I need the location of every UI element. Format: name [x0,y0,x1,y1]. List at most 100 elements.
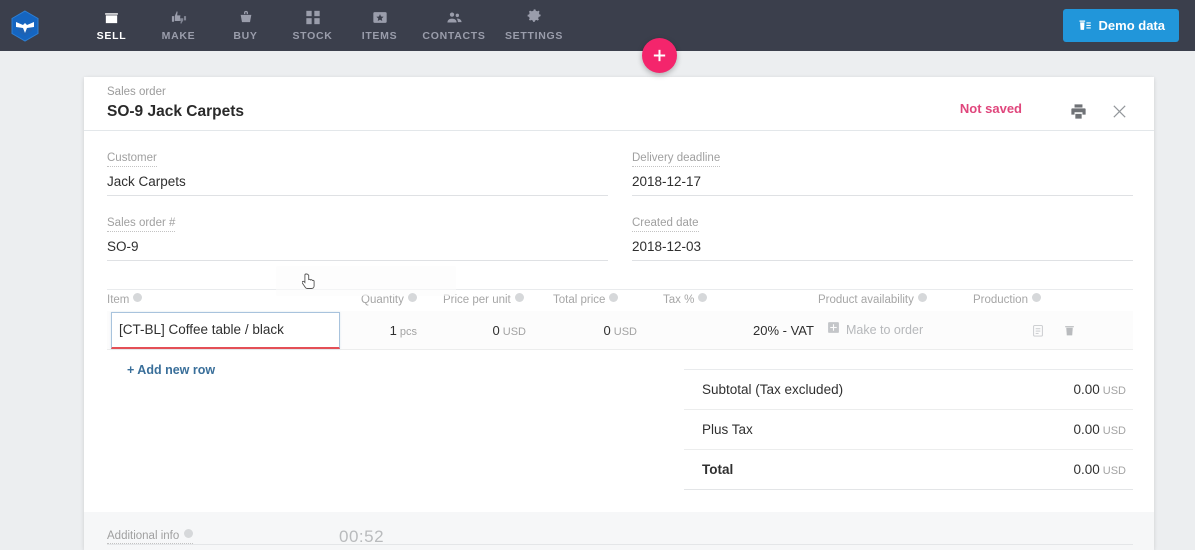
info-icon[interactable] [917,292,927,302]
table-row: 1pcs 0USD 0USD 20% - VAT Make [107,311,1133,350]
add-new-fab-button[interactable] [642,38,677,73]
boxes-grid-icon [305,9,321,26]
sales-order-number-label: Sales order # [107,216,176,232]
price-per-unit-value: 0 [492,322,500,338]
created-date-label: Created date [632,216,699,232]
created-date-input[interactable] [632,239,1133,261]
customer-label: Customer [107,151,157,167]
additional-info-section: Additional info 00:52 [84,512,1154,550]
print-button[interactable] [1064,97,1092,125]
subtotal-value-wrap: 0.00 USD [1073,382,1126,397]
divider [107,544,1133,545]
total-currency: USD [1102,465,1126,477]
price-per-unit-cell[interactable]: 0 USD [443,323,553,338]
delivery-deadline-label: Delivery deadline [632,151,721,167]
column-header-product-availability: Product availability [818,292,973,306]
total-label: Total [702,462,734,477]
nav-item-contacts[interactable]: CONTACTS [413,0,495,51]
printer-icon [1070,103,1086,119]
form-column-right: Delivery deadline Created date [632,151,1133,281]
field-group-sales-order-number: Sales order # [107,216,608,261]
field-group-delivery-deadline: Delivery deadline [632,151,1133,196]
info-icon[interactable] [609,292,619,302]
order-form: Customer Sales order # Delivery deadline… [84,131,1154,296]
app-logo[interactable] [2,0,48,51]
total-price-value: 0 [603,322,611,338]
total-price-cell[interactable]: 0 USD [553,323,663,338]
demo-data-button[interactable]: Demo data [1062,9,1179,42]
gear-icon [526,9,543,26]
trash-list-icon [1079,20,1091,30]
product-availability-cell[interactable]: Make to order [818,321,973,339]
card-eyebrow: Sales order [107,86,166,98]
sales-order-card: Sales order SO-9 Jack Carpets Not saved … [84,77,1154,550]
status-badge: Not saved [959,101,1022,116]
nav-item-stock-label: STOCK [292,30,333,42]
plus-icon [653,49,666,62]
totals-row-plus-tax: Plus Tax 0.00 USD [684,410,1133,450]
quantity-value: 1 [389,322,397,338]
add-new-row-button[interactable]: + Add new row [127,363,215,377]
nav-item-make-label: MAKE [161,30,196,42]
info-icon[interactable] [514,292,524,302]
session-timer: 00:52 [339,527,385,546]
mrpeasy-hexagon-logo-icon [11,9,39,42]
subtotal-value: 0.00 [1073,382,1100,397]
column-header-quantity: Quantity [353,292,443,306]
card-header: Sales order SO-9 Jack Carpets Not saved [84,77,1154,131]
column-header-tax: Tax % [663,292,818,306]
nav-item-stock[interactable]: STOCK [279,0,346,51]
plus-box-icon [827,321,840,339]
total-value: 0.00 [1073,462,1100,477]
quantity-cell[interactable]: 1 pcs [353,323,443,338]
tax-cell[interactable]: 20% - VAT [663,323,818,338]
people-icon [445,9,464,26]
star-tag-icon [372,9,388,26]
top-navigation-bar: SELL MAKE BUY STOCK ITEMS CONTACTS SETTI… [0,0,1195,51]
item-input[interactable] [111,311,340,349]
order-lines-table: Item Quantity Price per unit Total price… [107,289,1133,379]
info-icon[interactable] [184,528,194,538]
column-header-production: Production [973,292,1083,306]
nav-item-items-label: ITEMS [361,30,398,42]
field-group-customer: Customer [107,151,608,196]
item-cell [107,311,353,350]
close-button[interactable] [1105,97,1133,125]
production-cell [973,323,1083,338]
subtotal-label: Subtotal (Tax excluded) [702,382,844,397]
nav-item-settings[interactable]: SETTINGS [495,0,573,51]
tax-value: 20% - VAT [753,322,814,338]
nav-item-make[interactable]: MAKE [145,0,212,51]
delivery-deadline-input[interactable] [632,174,1133,196]
storefront-icon [103,9,120,26]
nav-item-sell-label: SELL [96,30,127,42]
info-icon[interactable] [698,292,708,302]
nav-items: SELL MAKE BUY STOCK ITEMS CONTACTS SETTI… [78,0,573,51]
info-icon[interactable] [407,292,417,302]
plus-tax-value: 0.00 [1073,422,1100,437]
clipboard-icon[interactable] [1031,323,1045,338]
info-icon[interactable] [1031,292,1041,302]
plus-tax-currency: USD [1102,425,1126,437]
info-icon[interactable] [133,292,143,302]
total-price-currency: USD [613,325,637,338]
column-header-total-price: Total price [553,292,663,306]
totals-panel: Subtotal (Tax excluded) 0.00 USD Plus Tax… [684,369,1133,490]
nav-item-buy-label: BUY [233,30,258,42]
nav-item-items[interactable]: ITEMS [346,0,413,51]
trash-icon[interactable] [1063,323,1076,338]
nav-item-buy[interactable]: BUY [212,0,279,51]
totals-row-subtotal: Subtotal (Tax excluded) 0.00 USD [684,370,1133,410]
form-column-left: Customer Sales order # [107,151,608,281]
nav-item-sell[interactable]: SELL [78,0,145,51]
plus-tax-label: Plus Tax [702,422,753,437]
customer-input[interactable] [107,174,608,196]
additional-info-label-wrap: Additional info [107,528,194,544]
plus-tax-value-wrap: 0.00 USD [1073,422,1126,437]
quantity-unit: pcs [399,325,417,338]
sales-order-number-input[interactable] [107,239,608,261]
price-per-unit-currency: USD [502,325,526,338]
subtotal-currency: USD [1102,385,1126,397]
total-value-wrap: 0.00 USD [1073,462,1126,477]
close-icon [1112,104,1126,118]
